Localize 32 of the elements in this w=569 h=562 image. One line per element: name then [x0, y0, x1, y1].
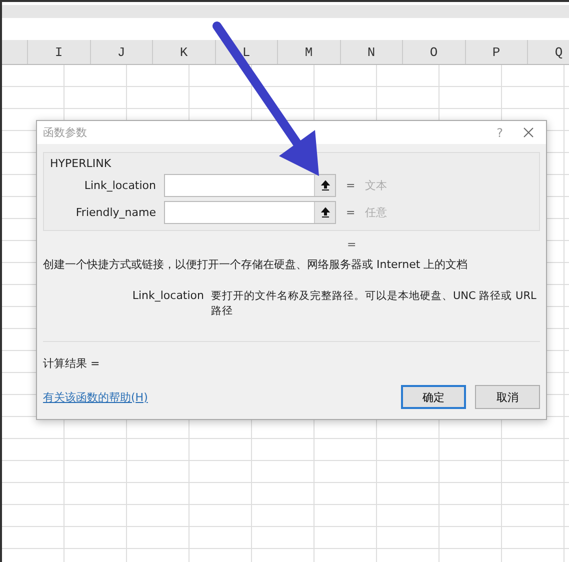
- column-header[interactable]: K: [153, 40, 216, 64]
- argument-description: 要打开的文件名称及完整路径。可以是本地硬盘、UNC 路径或 URL 路径: [211, 289, 538, 319]
- column-header[interactable]: I: [28, 40, 90, 64]
- help-link[interactable]: 有关该函数的帮助(H): [43, 390, 392, 404]
- argument-result: 文本: [365, 178, 388, 193]
- argument-name: Link_location: [131, 289, 205, 304]
- equals-sign: =: [346, 179, 356, 192]
- close-icon[interactable]: [523, 127, 534, 138]
- column-header[interactable]: O: [403, 40, 466, 64]
- column-header[interactable]: P: [466, 40, 528, 64]
- column-header[interactable]: M: [278, 40, 340, 64]
- equals-sign: =: [347, 238, 356, 251]
- argument-label: Link_location: [83, 179, 157, 192]
- column-header[interactable]: N: [340, 40, 403, 64]
- column-header[interactable]: L: [216, 40, 278, 64]
- collapse-button[interactable]: [314, 202, 335, 223]
- argument-label: Friendly_name: [74, 206, 157, 219]
- ok-button[interactable]: 确定: [401, 385, 466, 409]
- column-header[interactable]: Q: [528, 40, 569, 64]
- argument-result: 任意: [365, 205, 388, 220]
- formula-result: 计算结果 =: [43, 356, 101, 371]
- function-description: 创建一个快捷方式或链接，以便打开一个存储在硬盘、网络服务器或 Internet 上的文档: [43, 257, 469, 272]
- argument-field[interactable]: [164, 201, 336, 224]
- function-name: HYPERLINK: [50, 157, 112, 170]
- argument-field[interactable]: [164, 174, 336, 197]
- equals-sign: =: [346, 206, 356, 219]
- dialog-title: 函数参数: [43, 125, 88, 140]
- cancel-button[interactable]: 取消: [475, 385, 540, 409]
- collapse-button[interactable]: [314, 175, 335, 196]
- column-header[interactable]: J: [90, 40, 153, 64]
- upload-icon: [320, 180, 330, 191]
- upload-icon: [320, 207, 330, 218]
